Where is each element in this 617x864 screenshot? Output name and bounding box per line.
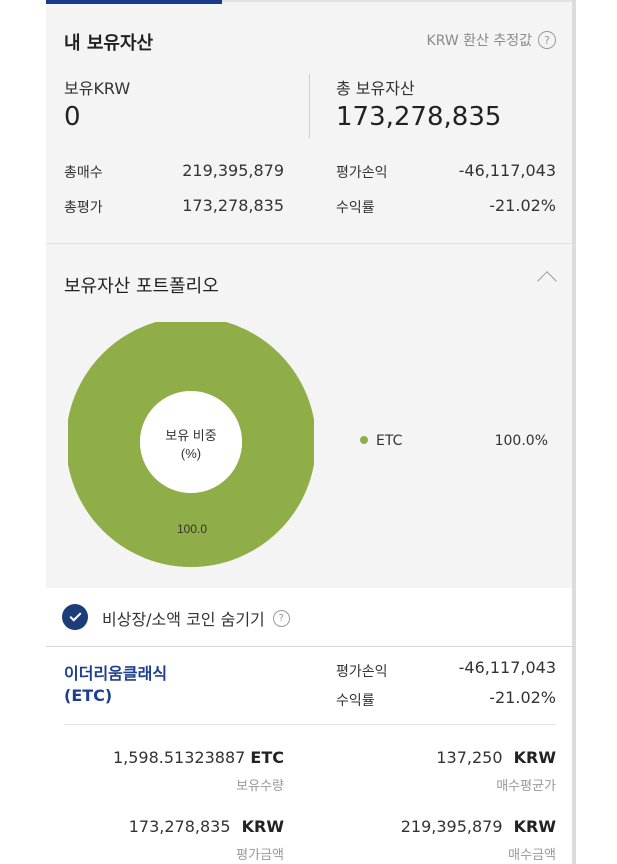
total-buy-value: 219,395,879 <box>182 161 284 180</box>
krw-estimate-label: KRW 환산 추정값 <box>426 33 532 49</box>
avg-price-unit: KRW <box>513 748 556 767</box>
eval-amount-unit: KRW <box>241 817 284 836</box>
quantity-field: 1,598.51323887 ETC <box>113 748 284 767</box>
list-top-divider <box>46 646 574 647</box>
total-assets-value: 173,278,835 <box>336 102 502 132</box>
coin-pnl-label: 평가손익 <box>336 664 388 680</box>
avg-price-field: 137,250 KRW <box>436 748 556 767</box>
hide-coins-checkbox[interactable] <box>62 604 88 630</box>
eval-amount-value: 173,278,835 <box>128 817 231 836</box>
avg-price-value: 137,250 <box>436 748 503 767</box>
chevron-up-icon[interactable] <box>537 271 557 291</box>
coin-roi-value: -21.02% <box>489 688 556 707</box>
hide-coins-option[interactable]: 비상장/소액 코인 숨기기 ? <box>102 606 290 630</box>
coin-ticker: (ETC) <box>64 686 113 705</box>
legend-percent-etc: 100.0% <box>494 433 548 449</box>
roi-label: 수익률 <box>336 200 375 216</box>
tab-underline <box>222 0 574 2</box>
total-eval-label: 총평가 <box>64 200 103 216</box>
buy-amount-field: 219,395,879 KRW <box>401 817 556 836</box>
help-icon[interactable]: ? <box>272 609 290 627</box>
donut-center-unit: (%) <box>181 446 201 461</box>
portfolio-donut-chart: 보유 비중 (%) 100.0 <box>68 322 314 567</box>
scrollbar-edge <box>572 0 576 864</box>
section-divider <box>46 243 574 244</box>
holdings-title: 내 보유자산 <box>64 33 154 54</box>
portfolio-title: 보유자산 포트폴리오 <box>64 276 219 297</box>
active-tab-indicator <box>46 0 222 4</box>
total-eval-value: 173,278,835 <box>182 196 284 215</box>
coin-roi-label: 수익률 <box>336 693 375 709</box>
krw-estimate-info[interactable]: KRW 환산 추정값 ? <box>427 30 556 50</box>
holdings-panel: 내 보유자산 KRW 환산 추정값 ? 보유KRW 0 총 보유자산 173,2… <box>46 0 574 864</box>
total-assets-label: 총 보유자산 <box>336 79 415 98</box>
buy-amount-unit: KRW <box>513 817 556 836</box>
hide-coins-label: 비상장/소액 코인 숨기기 <box>102 610 265 629</box>
buy-amount-label: 매수금액 <box>508 848 556 863</box>
total-buy-label: 총매수 <box>64 165 103 181</box>
coin-pnl-value: -46,117,043 <box>458 658 556 677</box>
eval-amount-field: 173,278,835 KRW <box>129 817 284 836</box>
quantity-unit: ETC <box>250 748 284 767</box>
buy-amount-value: 219,395,879 <box>400 817 503 836</box>
pnl-value: -46,117,043 <box>458 161 556 180</box>
quantity-value: 1,598.51323887 <box>112 748 246 767</box>
legend-swatch-etc <box>360 436 368 444</box>
quantity-label: 보유수량 <box>236 779 284 794</box>
summary-divider <box>309 74 310 138</box>
coin-name[interactable]: 이더리움클래식 (ETC) <box>64 663 167 707</box>
avg-price-label: 매수평균가 <box>496 779 556 794</box>
help-icon[interactable]: ? <box>538 31 556 49</box>
held-krw-label: 보유KRW <box>64 79 131 98</box>
donut-slice-label: 100.0 <box>177 522 207 536</box>
legend-name-etc: ETC <box>376 433 403 449</box>
coin-row-divider <box>64 724 556 725</box>
pnl-label: 평가손익 <box>336 165 388 181</box>
held-krw-value: 0 <box>64 102 81 132</box>
eval-amount-label: 평가금액 <box>236 848 284 863</box>
coin-name-korean: 이더리움클래식 <box>64 664 168 683</box>
donut-center-label: 보유 비중 <box>165 428 216 443</box>
roi-value: -21.02% <box>489 196 556 215</box>
